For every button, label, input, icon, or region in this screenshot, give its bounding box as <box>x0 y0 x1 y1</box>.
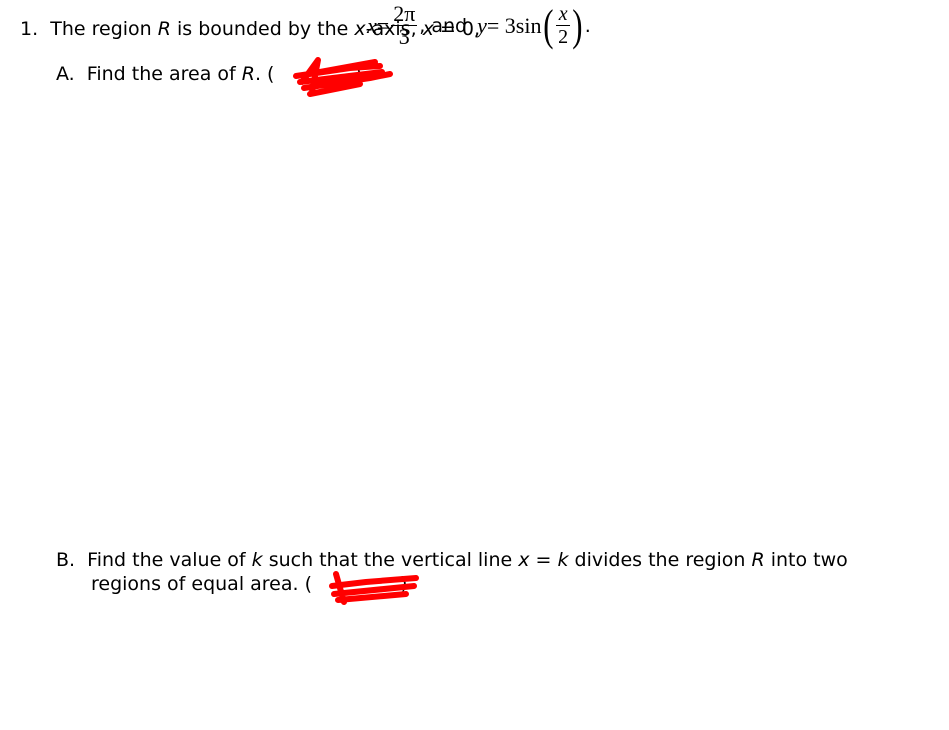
fraction-x-over-2: x 2 <box>556 3 571 48</box>
part-b-line2-text: regions of equal area. ( <box>91 573 312 595</box>
part-b-text3: divides the region <box>568 549 752 571</box>
redaction-scribble-b <box>329 571 419 605</box>
frac-den: 3 <box>398 24 410 49</box>
question-number: 1. <box>20 18 39 40</box>
part-a-var: R <box>241 63 255 85</box>
inner-den: 2 <box>558 26 569 48</box>
redaction-scribble-a <box>293 57 393 97</box>
inner-num: x <box>556 3 571 26</box>
math-bounds: x = 2π 3 , and y = 3sin ( x 2 ) . <box>367 0 591 50</box>
y-eq: = 3sin <box>486 12 542 38</box>
part-a-text: Find the area of <box>86 63 242 85</box>
part-b: B. Find the value of k such that the ver… <box>56 549 848 571</box>
x-var: x <box>354 18 366 40</box>
left-paren: ( <box>543 0 554 50</box>
end-period: . <box>584 14 591 37</box>
y-var: y <box>477 12 487 38</box>
x-var-b: x <box>518 549 530 571</box>
part-b-text4: into two <box>764 549 848 571</box>
region-var-b: R <box>751 549 765 571</box>
k-var-2: k <box>557 549 569 571</box>
part-a-label: A. <box>56 63 75 85</box>
part-a-after: . ( <box>254 63 275 85</box>
eq2-eq: = <box>376 12 390 38</box>
frac-num: 2π <box>391 1 418 26</box>
k-var: k <box>251 549 263 571</box>
region-var: R <box>157 18 171 40</box>
eq2-x: x <box>367 12 377 38</box>
right-paren: ) <box>572 0 583 50</box>
and-text: , and <box>419 14 468 37</box>
stem-text: The region <box>50 18 158 40</box>
part-b-text1: Find the value of <box>87 549 252 571</box>
fraction-2pi-over-3: 2π 3 <box>391 1 418 49</box>
stem-text-2: is bounded by the <box>170 18 355 40</box>
part-b-label: B. <box>56 549 76 571</box>
eq-b: = <box>529 549 558 571</box>
